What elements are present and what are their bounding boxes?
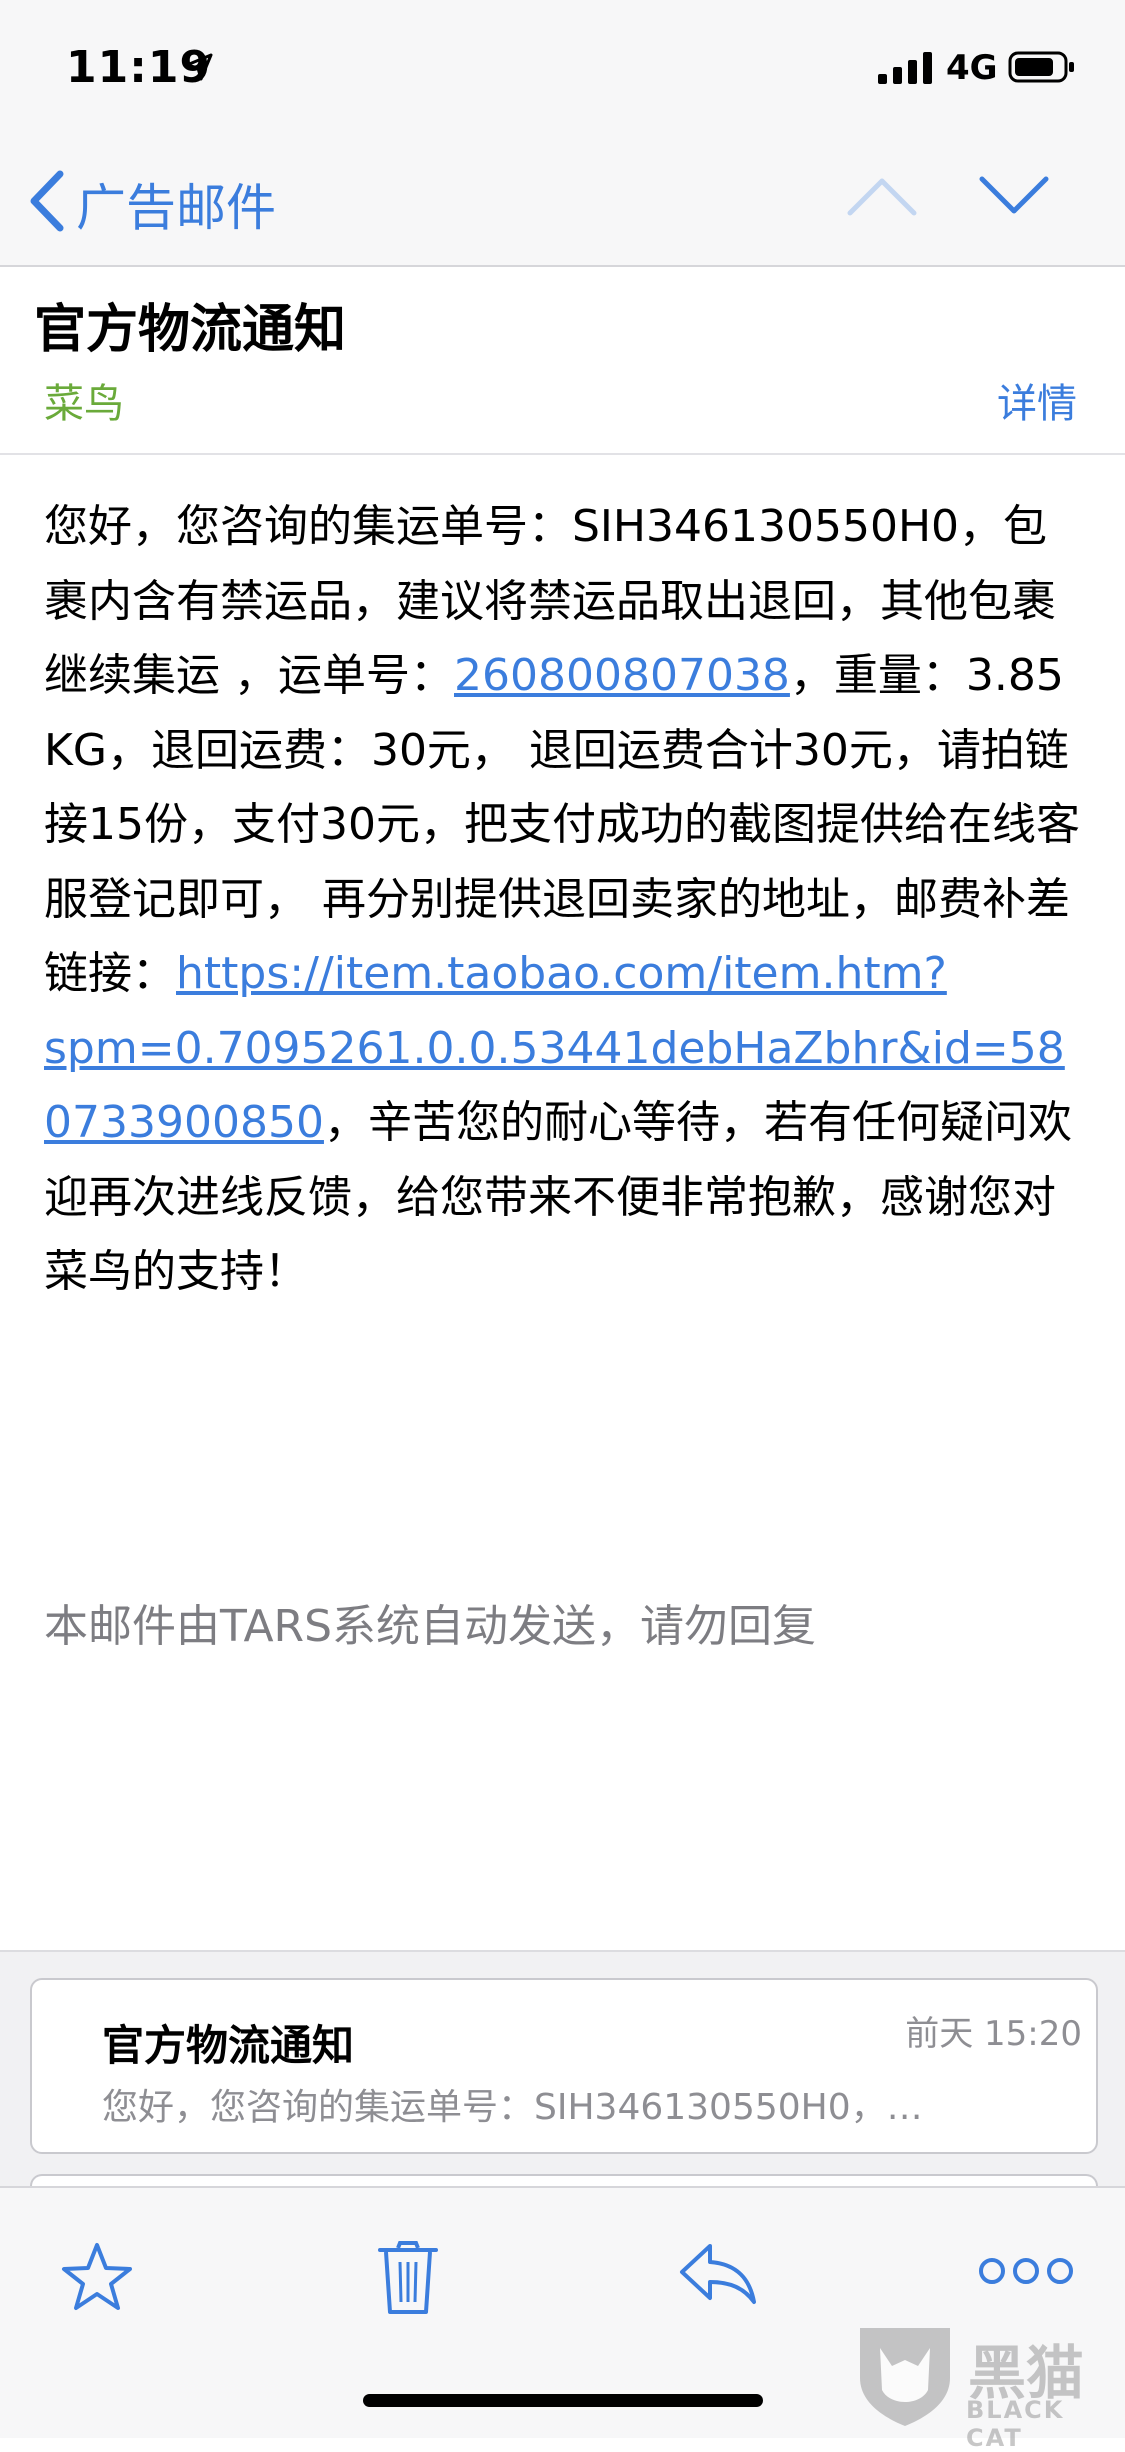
trash-icon[interactable] <box>378 2240 438 2316</box>
email-header: 官方物流通知 菜鸟 详情 <box>0 265 1125 455</box>
chevron-down-icon[interactable] <box>978 175 1050 217</box>
reply-icon[interactable] <box>678 2240 758 2306</box>
email-body: 您好，您咨询的集运单号：SIH346130550H0，包裹内含有禁运品，建议将禁… <box>44 490 1084 1310</box>
email-sender[interactable]: 菜鸟 <box>44 371 124 429</box>
star-icon[interactable] <box>60 2240 134 2314</box>
home-indicator[interactable] <box>363 2394 763 2407</box>
top-chrome: 11:19 4G 广告邮件 <box>0 0 1125 267</box>
thread-snippet: 您好，您咨询的集运单号：SIH346130550H0，… <box>102 2087 923 2128</box>
watermark-text-en: BLACK CAT <box>966 2396 1065 2452</box>
auto-send-notice: 本邮件由TARS系统自动发送，请勿回复 <box>44 1601 817 1652</box>
email-subject: 官方物流通知 <box>34 300 347 360</box>
tracking-number-link[interactable]: 260800807038 <box>454 650 790 701</box>
thread-subject: 官方物流通知 <box>102 2021 355 2070</box>
location-arrow-icon <box>185 53 213 81</box>
chevron-up-icon[interactable] <box>846 175 918 217</box>
details-button[interactable]: 详情 <box>997 371 1077 429</box>
more-icon[interactable] <box>978 2256 1074 2286</box>
battery-icon <box>1008 51 1074 83</box>
network-type: 4G <box>946 48 998 88</box>
thread-message-card[interactable]: 官方物流通知 前天 15:20 您好，您咨询的集运单号：SIH346130550… <box>30 1978 1098 2154</box>
black-cat-watermark: 黑猫 BLACK CAT <box>850 2318 1120 2452</box>
signal-icon <box>878 52 932 84</box>
cat-shield-icon <box>860 2328 950 2426</box>
thread-time: 前天 15:20 <box>905 2014 1082 2054</box>
back-button-label[interactable]: 广告邮件 <box>76 168 276 240</box>
body-text-part-2: ，重量：3.85 KG，退回运费：30元， 退回运费合计30元，请拍链接15份，… <box>44 650 1080 999</box>
chevron-left-icon[interactable] <box>24 168 68 234</box>
